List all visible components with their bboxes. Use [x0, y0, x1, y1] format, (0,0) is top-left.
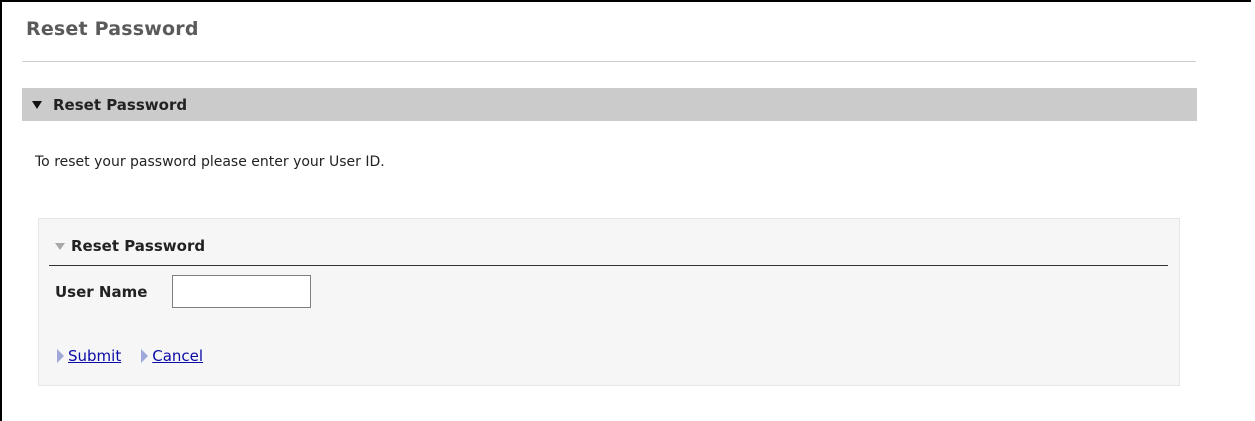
user-name-label: User Name — [55, 283, 148, 301]
triangle-right-icon — [57, 349, 64, 363]
instructions-text: To reset your password please enter your… — [35, 154, 385, 170]
title-divider — [22, 61, 1196, 62]
form-actions: Submit Cancel — [57, 347, 223, 365]
submit-link[interactable]: Submit — [68, 347, 121, 365]
reset-password-panel: Reset Password User Name Submit Cancel — [38, 218, 1180, 386]
cancel-link[interactable]: Cancel — [152, 347, 203, 365]
triangle-down-icon — [32, 100, 42, 109]
triangle-right-icon — [141, 349, 149, 363]
cancel-button[interactable]: Cancel — [141, 347, 203, 365]
submit-button[interactable]: Submit — [57, 347, 121, 365]
panel-header[interactable]: Reset Password — [55, 237, 205, 255]
page-title: Reset Password — [26, 18, 199, 40]
panel-divider — [49, 265, 1168, 266]
section-header-reset-password[interactable]: Reset Password — [22, 88, 1197, 121]
triangle-down-icon — [55, 242, 65, 250]
user-name-input[interactable] — [172, 275, 311, 308]
section-header-label: Reset Password — [53, 95, 188, 114]
panel-header-label: Reset Password — [71, 237, 206, 255]
